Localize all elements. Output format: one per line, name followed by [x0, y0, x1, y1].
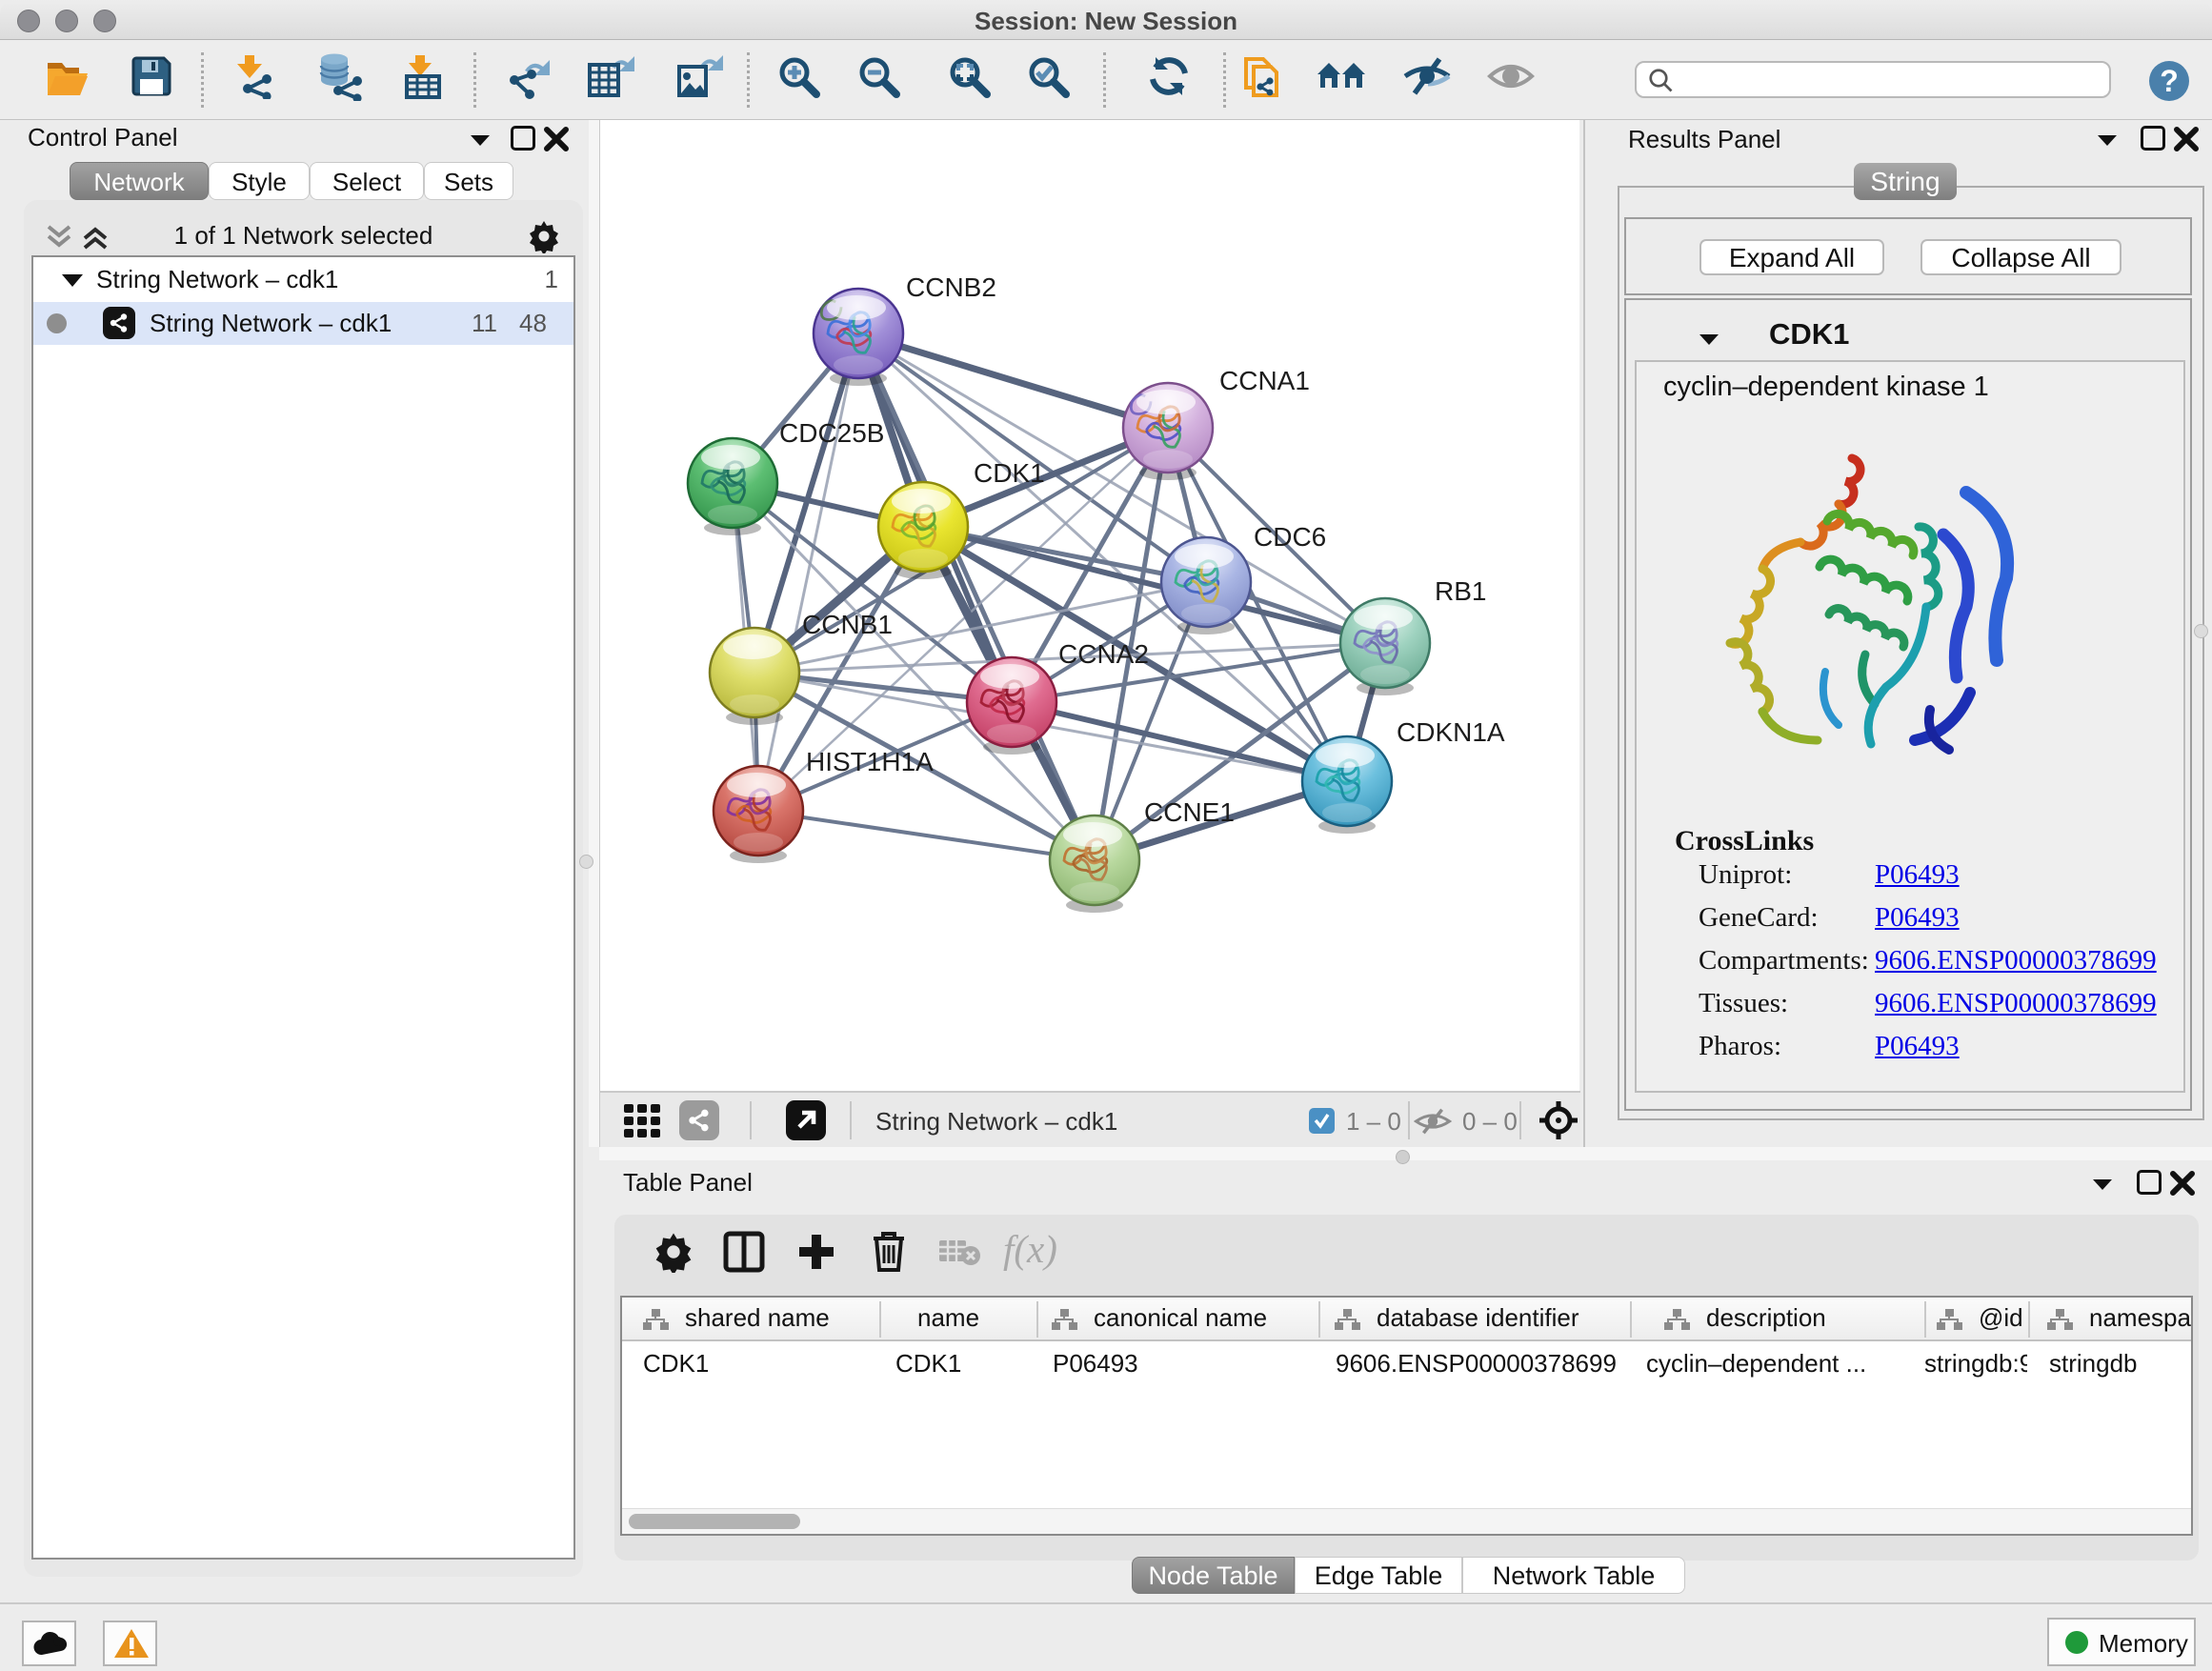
svg-text:CCNA2: CCNA2: [1058, 639, 1149, 669]
svg-text:CCNB2: CCNB2: [906, 272, 996, 302]
svg-text:CDKN1A: CDKN1A: [1397, 717, 1505, 747]
svg-text:CDC6: CDC6: [1254, 522, 1326, 552]
svg-text:CDK1: CDK1: [974, 458, 1045, 488]
svg-text:RB1: RB1: [1435, 576, 1486, 606]
svg-text:CDC25B: CDC25B: [779, 418, 884, 448]
svg-text:CCNA1: CCNA1: [1219, 366, 1310, 395]
svg-text:HIST1H1A: HIST1H1A: [806, 747, 934, 776]
svg-text:CCNE1: CCNE1: [1144, 797, 1235, 827]
svg-text:CCNB1: CCNB1: [802, 610, 893, 639]
